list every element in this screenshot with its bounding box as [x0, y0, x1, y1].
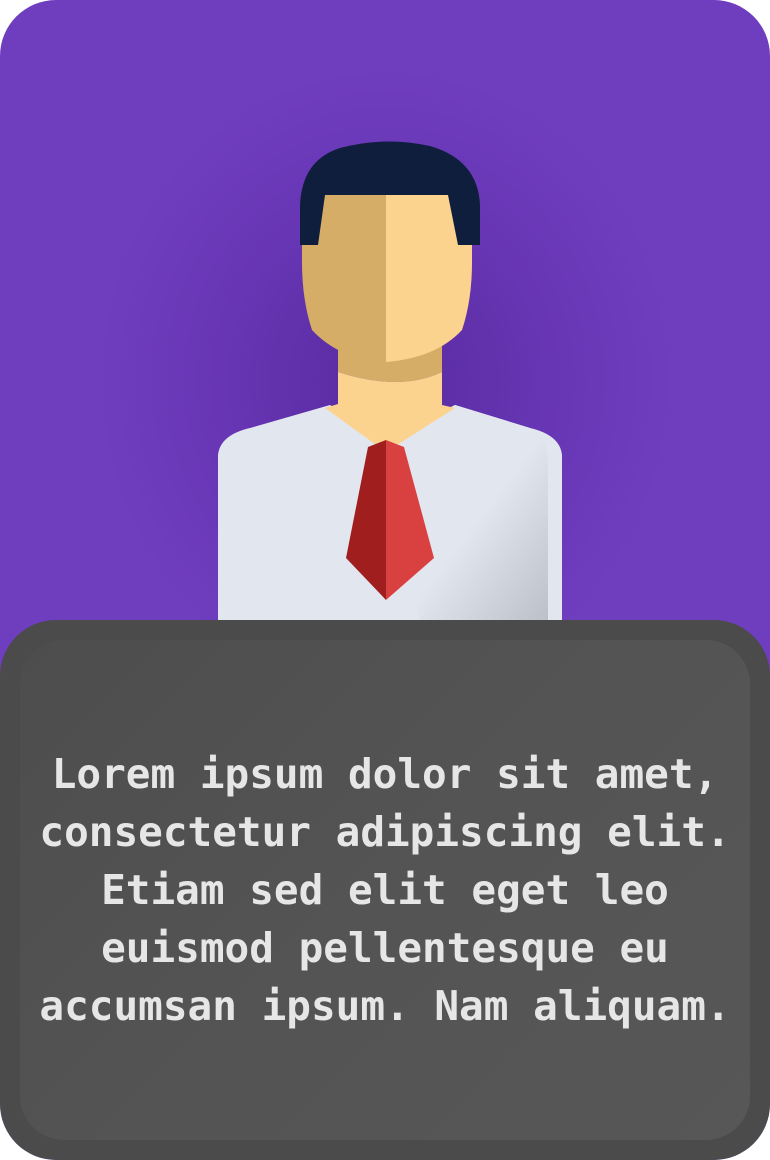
description-panel: Lorem ipsum dolor sit amet, consectetur …: [0, 620, 770, 1160]
description-panel-inner: Lorem ipsum dolor sit amet, consectetur …: [20, 640, 750, 1140]
businessman-avatar-icon: [218, 141, 562, 620]
description-text: Lorem ipsum dolor sit amet, consectetur …: [39, 750, 731, 1030]
profile-card: Lorem ipsum dolor sit amet, consectetur …: [0, 0, 770, 1160]
